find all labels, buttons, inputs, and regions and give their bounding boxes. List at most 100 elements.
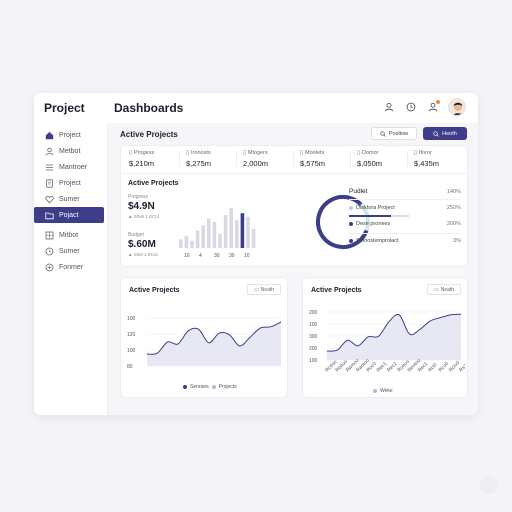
progress-value: $4.9N xyxy=(128,201,155,212)
progress-sub: ▲ S0x8 1 ECol xyxy=(128,214,159,219)
sidebar-item-label: Fonmer xyxy=(59,263,84,271)
budget-row-pct: 200% xyxy=(446,221,461,227)
sidebar-item-mantroer[interactable]: Mantroer xyxy=(34,159,104,175)
bar xyxy=(184,235,189,248)
search-icon xyxy=(380,130,386,137)
sidebar-item-label: Sumer xyxy=(59,247,80,255)
legend-dot xyxy=(349,206,353,210)
bar-tick-label: 30 xyxy=(229,253,235,259)
stat-value: $,275m xyxy=(186,159,212,168)
brand-title: Project xyxy=(44,101,85,115)
bar xyxy=(223,214,228,248)
stat-icon: ▯ xyxy=(129,150,133,156)
stat-label: Iforor xyxy=(419,150,432,156)
notification-icon[interactable] xyxy=(426,100,440,114)
budget-progress-bar xyxy=(349,215,409,217)
legend-dot xyxy=(373,389,377,393)
area-fill xyxy=(327,314,461,360)
left-chart-legend: Senraes Projects xyxy=(183,384,237,390)
y-tick-label: 100 xyxy=(127,348,136,354)
bar xyxy=(207,218,211,248)
stat-value: $,435m xyxy=(414,159,440,168)
sidebar-item-metbot[interactable]: Metbot xyxy=(34,143,104,159)
stat-icon: ▯ xyxy=(186,150,190,156)
avatar[interactable] xyxy=(448,98,466,116)
right-chart-legend: Weke xyxy=(373,388,393,394)
dashboard-window: Project Dashboards Project Metbot Mantro… xyxy=(34,93,478,415)
document-icon xyxy=(44,178,54,188)
search-icon xyxy=(433,130,439,137)
stat-divider xyxy=(293,151,294,167)
budget-row-pct: 250% xyxy=(446,205,461,211)
budget-row-label: Smnoslemprolact xyxy=(356,238,399,244)
calendar-icon: ▭ xyxy=(433,286,439,293)
bar xyxy=(251,228,256,248)
y-tick-label: 200 xyxy=(309,310,318,316)
x-tick-label: Rec1 xyxy=(376,361,389,374)
legend-label: Weke xyxy=(380,388,393,394)
stat-value: $,575m xyxy=(300,159,326,168)
x-tick-label: Rco0 xyxy=(438,361,451,374)
bar xyxy=(235,220,239,248)
y-tick-label: 300 xyxy=(309,334,318,340)
folder-icon xyxy=(44,210,54,220)
stat-mlogers: ▯ Mlogers 2,000m xyxy=(241,146,293,172)
position-button[interactable]: Posltow xyxy=(371,127,417,140)
bar xyxy=(212,221,217,248)
sidebar-item-sumer-2[interactable]: Sumer xyxy=(34,243,104,259)
stat-value: $,050m xyxy=(357,159,383,168)
health-button[interactable]: Heoth xyxy=(423,127,467,140)
bar xyxy=(195,230,200,248)
right-chart-button[interactable]: ▭ Neath xyxy=(427,284,461,295)
budget-value: $.60M xyxy=(128,239,156,250)
stat-icon: ▯ xyxy=(414,150,418,156)
sidebar-item-label: Pojact xyxy=(59,211,79,219)
divider xyxy=(349,233,461,234)
left-chart-card: Active Projects ▭ Neath 100 120 100 80 Senr… xyxy=(120,277,288,398)
budget-panel-title: Pudlet xyxy=(349,188,368,195)
sidebar-item-label: Sumer xyxy=(59,195,80,203)
left-chart-button-label: Neath xyxy=(260,286,275,293)
bar-tick-label: 30 xyxy=(214,253,220,259)
x-tick-label: Rec2 xyxy=(386,361,399,374)
user-icon[interactable] xyxy=(382,100,396,114)
y-tick-label: 100 xyxy=(309,322,318,328)
stat-ironosts: ▯ Ironosts $,275m xyxy=(184,146,236,172)
left-chart-button[interactable]: ▭ Neath xyxy=(247,284,281,295)
divider xyxy=(349,199,461,200)
y-tick-label: 100 xyxy=(127,316,136,322)
stat-divider xyxy=(179,151,180,167)
stat-value: $,210m xyxy=(129,159,155,168)
overview-title: Active Projects xyxy=(128,180,179,187)
health-button-label: Heoth xyxy=(442,130,457,137)
top-bar: Project Dashboards xyxy=(34,93,478,123)
overview-card: ▯ Progess $,210m ▯ Ironosts $,275m ▯ Mloger… xyxy=(120,145,469,267)
main-content: Active Projects Posltow Heoth ▯ Progess $… xyxy=(108,123,478,415)
bar xyxy=(179,239,183,248)
right-chart-card: Active Projects ▭ Neath 200 100 300 200 100 R… xyxy=(302,277,468,398)
sidebar-item-mitbot[interactable]: Mitbot xyxy=(34,227,104,243)
budget-row: Smnoslemprolact xyxy=(349,238,399,244)
stat-progess: ▯ Progess $,210m xyxy=(127,146,179,172)
clock-icon[interactable] xyxy=(404,100,418,114)
sidebar-item-label: Mantroer xyxy=(59,163,88,171)
legend-dot xyxy=(211,385,216,389)
legend-label: Projects xyxy=(218,384,237,390)
legend-label: Senraes xyxy=(190,384,209,390)
page-title: Dashboards xyxy=(114,101,184,115)
bar xyxy=(190,241,194,248)
stat-label: Moolets xyxy=(305,150,325,156)
plus-circle-icon xyxy=(44,262,54,272)
stat-label: Mlogers xyxy=(248,150,268,156)
stat-divider xyxy=(407,151,408,167)
sidebar-item-project-2[interactable]: Project xyxy=(34,175,104,191)
y-tick-label: 100 xyxy=(309,358,318,364)
stat-icon: ▯ xyxy=(243,150,247,156)
y-tick-label: 200 xyxy=(309,346,318,352)
sidebar-item-sumer[interactable]: Sumer xyxy=(34,191,104,207)
sidebar-item-project[interactable]: Project xyxy=(34,127,104,143)
bar-tick-label: 10 xyxy=(244,253,250,259)
sidebar-item-pojact[interactable]: Pojact xyxy=(34,207,104,223)
stat-value: 2,000m xyxy=(243,159,269,168)
sidebar-item-fonmer[interactable]: Fonmer xyxy=(34,259,104,275)
